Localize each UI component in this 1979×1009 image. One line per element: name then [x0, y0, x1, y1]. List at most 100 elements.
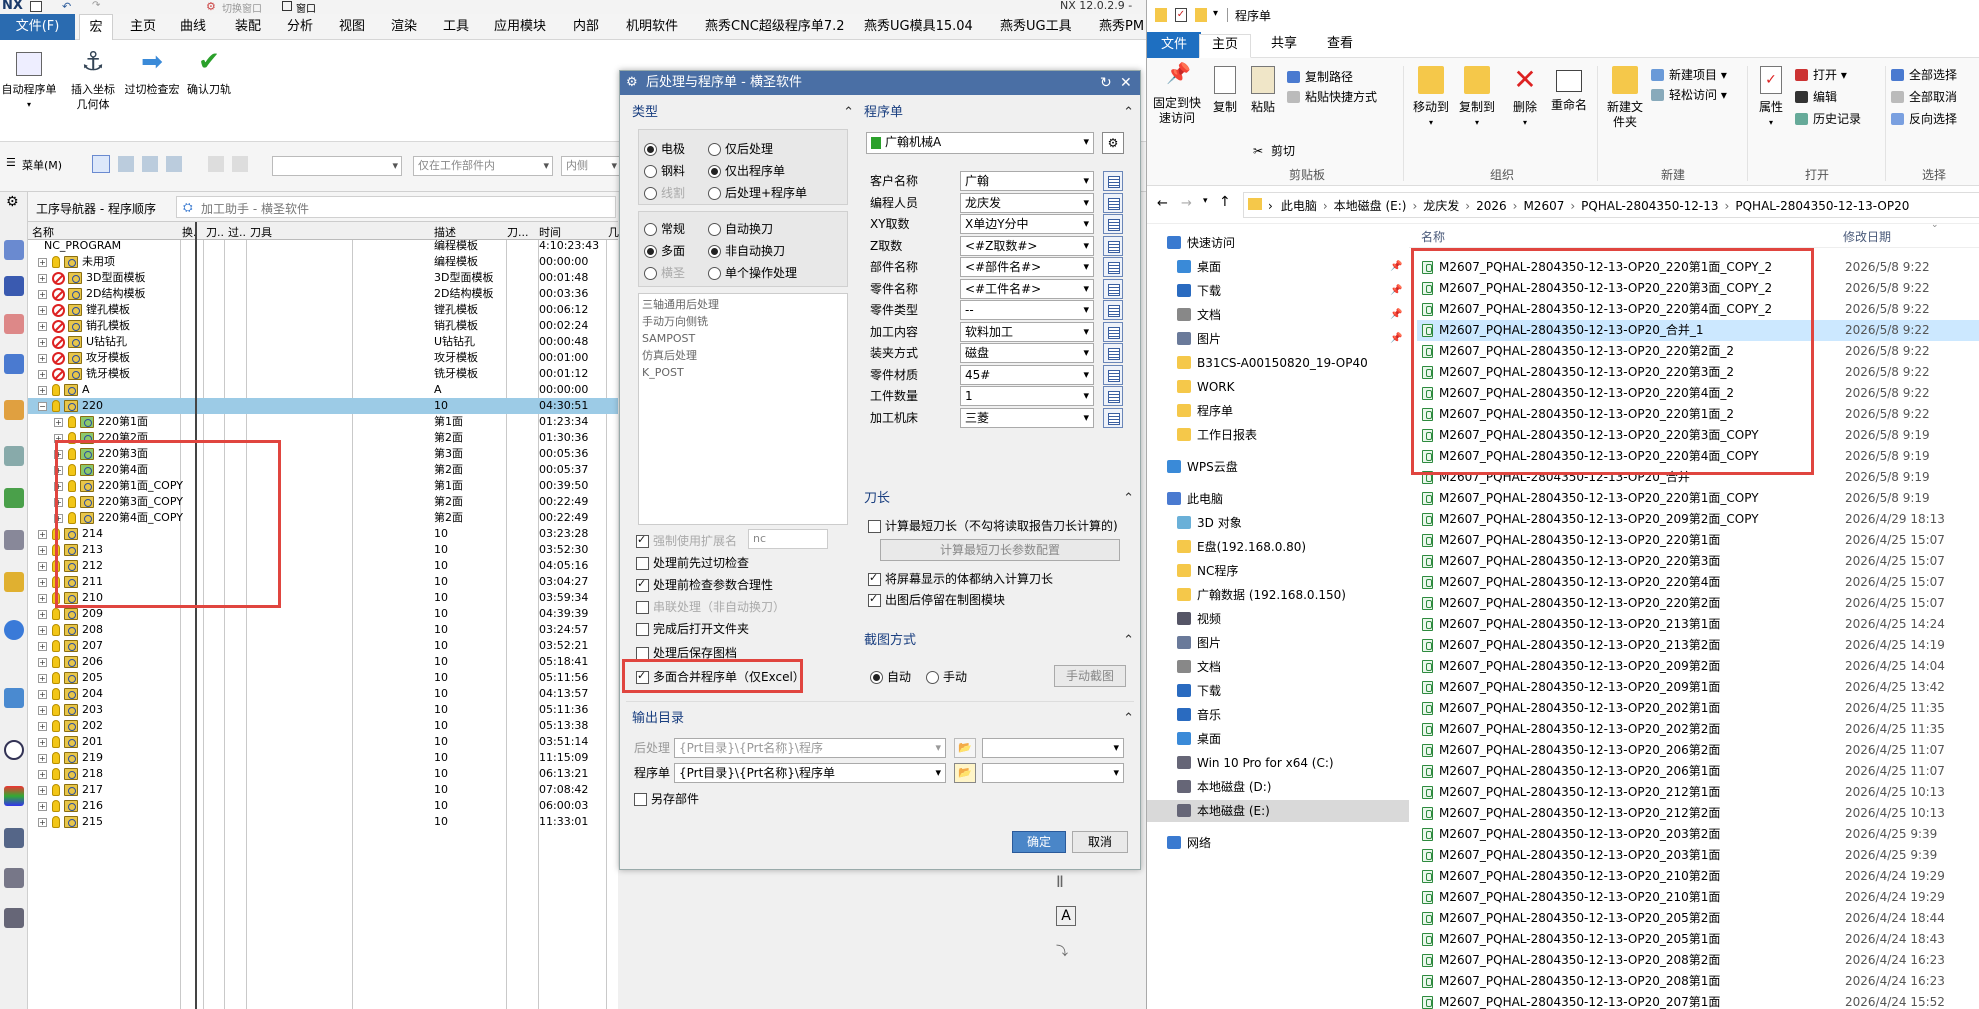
collapse-icon[interactable]: ⌃	[843, 103, 854, 123]
file-row[interactable]: M2607_PQHAL-2804350-12-13-OP20_202第2面 202…	[1417, 719, 1979, 740]
file-row[interactable]: M2607_PQHAL-2804350-12-13-OP20_210第2面 202…	[1417, 866, 1979, 887]
radio-wire-cut[interactable]: 线割	[644, 185, 685, 201]
file-row[interactable]: M2607_PQHAL-2804350-12-13-OP20_220第2面_2 2…	[1417, 341, 1979, 362]
tab-macro[interactable]: 宏	[79, 14, 113, 40]
nav-item-music[interactable]: 音乐	[1147, 704, 1409, 726]
file-row[interactable]: M2607_PQHAL-2804350-12-13-OP20_220第3面_CO…	[1417, 278, 1979, 299]
expand-toggle-icon[interactable]: +	[54, 498, 63, 507]
radio-manual-screenshot[interactable]: 手动	[926, 669, 967, 685]
expand-toggle-icon[interactable]: +	[54, 482, 63, 491]
select-all-button[interactable]: 全部选择	[1891, 66, 1957, 84]
table-row[interactable]: +220第1面 第1面 01:23:34	[28, 414, 618, 430]
expand-toggle-icon[interactable]: +	[54, 466, 63, 475]
field-combo[interactable]: <#Z取数#>	[960, 235, 1094, 256]
file-row[interactable]: M2607_PQHAL-2804350-12-13-OP20_合并_1 2026/…	[1417, 320, 1979, 341]
file-row[interactable]: M2607_PQHAL-2804350-12-13-OP20_220第4面_2 2…	[1417, 383, 1979, 404]
tab-home[interactable]: 主页	[1199, 34, 1252, 58]
output-section-header[interactable]: 输出目录 ⌃	[632, 709, 1134, 729]
file-row[interactable]: M2607_PQHAL-2804350-12-13-OP20_220第3面_2 2…	[1417, 362, 1979, 383]
navigator-icon[interactable]	[4, 240, 24, 260]
inner-combo[interactable]: 内侧	[561, 156, 621, 176]
table-row[interactable]: +219 10 11:15:09	[28, 750, 618, 766]
reset-icon[interactable]: ↻	[1100, 71, 1112, 95]
radio-post-and-sheet[interactable]: 后处理+程序单	[708, 185, 807, 201]
expand-toggle-icon[interactable]: +	[54, 514, 63, 523]
switch-window-label[interactable]: 切换窗口	[222, 0, 262, 15]
table-row[interactable]: + 未用项 编程模板 00:00:00	[28, 254, 618, 270]
nav-item-obj[interactable]: 3D 对象	[1147, 512, 1409, 534]
table-row[interactable]: + 铣牙模板 铣牙模板 00:01:12	[28, 366, 618, 382]
file-row[interactable]: M2607_PQHAL-2804350-12-13-OP20_203第1面 202…	[1417, 845, 1979, 866]
field-combo[interactable]: <#部件名#>	[960, 257, 1094, 277]
file-row[interactable]: M2607_PQHAL-2804350-12-13-OP20_220第2面 202…	[1417, 593, 1979, 614]
select-icon[interactable]	[166, 156, 182, 172]
field-combo[interactable]: 软料加工	[960, 321, 1094, 342]
nav-item-down[interactable]: 下载 📌	[1147, 280, 1409, 302]
serial-process-checkbox[interactable]: 串联处理（非自动换刀）	[636, 599, 785, 615]
field-options-icon[interactable]	[1103, 171, 1123, 191]
pin-quick-access-button[interactable]: 📌 固定到快速访问	[1153, 63, 1201, 126]
min-tool-length-checkbox[interactable]: 计算最短刀长（不勾将读取报告刀长计算的)	[868, 518, 1118, 534]
properties-button[interactable]: ✓ 属性 ▾	[1753, 66, 1789, 130]
folder-browse-icon[interactable]: 📂	[954, 763, 976, 783]
file-row[interactable]: M2607_PQHAL-2804350-12-13-OP20_209第2面_CO…	[1417, 509, 1979, 530]
gouge-check-macro-button[interactable]: ➡ 过切检查宏	[122, 48, 182, 97]
table-row[interactable]: +220第2面 第2面 01:30:36	[28, 430, 618, 446]
field-options-icon[interactable]	[1103, 257, 1123, 277]
breadcrumb[interactable]: › 此电脑 › 本地磁盘 (E:) › 龙庆发 › 2026 › M2607 › PQHAL-2804…	[1243, 192, 1979, 218]
table-row[interactable]: +209 10 04:39:39	[28, 606, 618, 622]
post-item[interactable]: 三轴通用后处理	[642, 296, 719, 313]
delete-button[interactable]: ✕ 删除 ▾	[1505, 66, 1545, 130]
select-none-button[interactable]: 全部取消	[1891, 88, 1957, 106]
file-row[interactable]: M2607_PQHAL-2804350-12-13-OP20_210第1面 202…	[1417, 887, 1979, 908]
table-row[interactable]: +220第3面_COPY 第2面 00:22:49	[28, 494, 618, 510]
table-row[interactable]: − 220 10 04:30:51	[28, 398, 618, 414]
close-icon[interactable]: ✕	[1120, 71, 1132, 95]
up-icon[interactable]: ↑	[1219, 194, 1231, 210]
column-date[interactable]: 修改日期	[1843, 228, 1891, 245]
table-row[interactable]: +220第4面 第2面 00:05:37	[28, 462, 618, 478]
template-combo[interactable]: 广翰机械A	[866, 132, 1094, 154]
expand-toggle-icon[interactable]: +	[38, 306, 47, 315]
table-row[interactable]: +207 10 03:52:21	[28, 638, 618, 654]
file-row[interactable]: M2607_PQHAL-2804350-12-13-OP20_220第1面_2 2…	[1417, 404, 1979, 425]
verify-toolpath-button[interactable]: ✔ 确认刀轨	[184, 48, 234, 97]
tab-internal[interactable]: 内部	[571, 14, 601, 40]
auto-program-sheet-button[interactable]: 自动程序单 ▾	[0, 48, 58, 112]
web-icon[interactable]	[4, 688, 24, 708]
table-row[interactable]: + A A 00:00:00	[28, 382, 618, 398]
table-row[interactable]: +203 10 05:11:36	[28, 702, 618, 718]
dimension-icon[interactable]: ⤵	[1056, 942, 1068, 959]
expand-toggle-icon[interactable]: +	[38, 722, 47, 731]
file-row[interactable]: M2607_PQHAL-2804350-12-13-OP20_合并 2026/5/…	[1417, 467, 1979, 488]
radio-hengsheng[interactable]: 横圣	[644, 265, 685, 281]
radio-normal[interactable]: 常规	[644, 221, 685, 237]
tab-view[interactable]: 查看	[1315, 34, 1365, 58]
field-combo[interactable]: 45#	[960, 364, 1094, 385]
param-check-checkbox[interactable]: 处理前检查参数合理性	[636, 576, 773, 593]
expand-toggle-icon[interactable]: +	[38, 290, 47, 299]
library-icon[interactable]	[4, 488, 24, 508]
column-time[interactable]: 时间	[539, 224, 561, 240]
post-item[interactable]: SAMPOST	[642, 330, 719, 347]
nav-item-folder[interactable]: WORK	[1147, 376, 1409, 398]
machine-icon[interactable]	[4, 446, 24, 466]
radio-auto-toolchange[interactable]: 自动换刀	[708, 221, 773, 237]
post-dir-combo[interactable]: {Prt目录}\{Prt名称}\程序	[674, 738, 946, 758]
file-row[interactable]: M2607_PQHAL-2804350-12-13-OP20_220第3面 202…	[1417, 551, 1979, 572]
breadcrumb-item[interactable]: 2026	[1476, 199, 1507, 213]
expand-toggle-icon[interactable]: +	[38, 706, 47, 715]
menu-button[interactable]: 菜单(M)	[22, 157, 62, 173]
field-options-icon[interactable]	[1103, 364, 1123, 385]
new-item-button[interactable]: 新建项目 ▾	[1651, 66, 1727, 84]
tab-view[interactable]: 视图	[337, 14, 367, 40]
tab-assembly[interactable]: 装配	[233, 14, 263, 40]
merge-multi-face-checkbox[interactable]: 多面合并程序单（仅Excel）	[636, 668, 805, 685]
radio-steel[interactable]: 钢料	[644, 163, 685, 179]
nav-item-drive[interactable]: 本地磁盘 (D:)	[1147, 776, 1409, 798]
sheet-section-header[interactable]: 程序单 ⌃	[864, 103, 1134, 123]
file-row[interactable]: M2607_PQHAL-2804350-12-13-OP20_208第2面 202…	[1417, 950, 1979, 971]
file-row[interactable]: M2607_PQHAL-2804350-12-13-OP20_206第1面 202…	[1417, 761, 1979, 782]
machine-tool-icon[interactable]	[4, 400, 24, 420]
post-dir-extra-combo[interactable]	[982, 738, 1124, 758]
